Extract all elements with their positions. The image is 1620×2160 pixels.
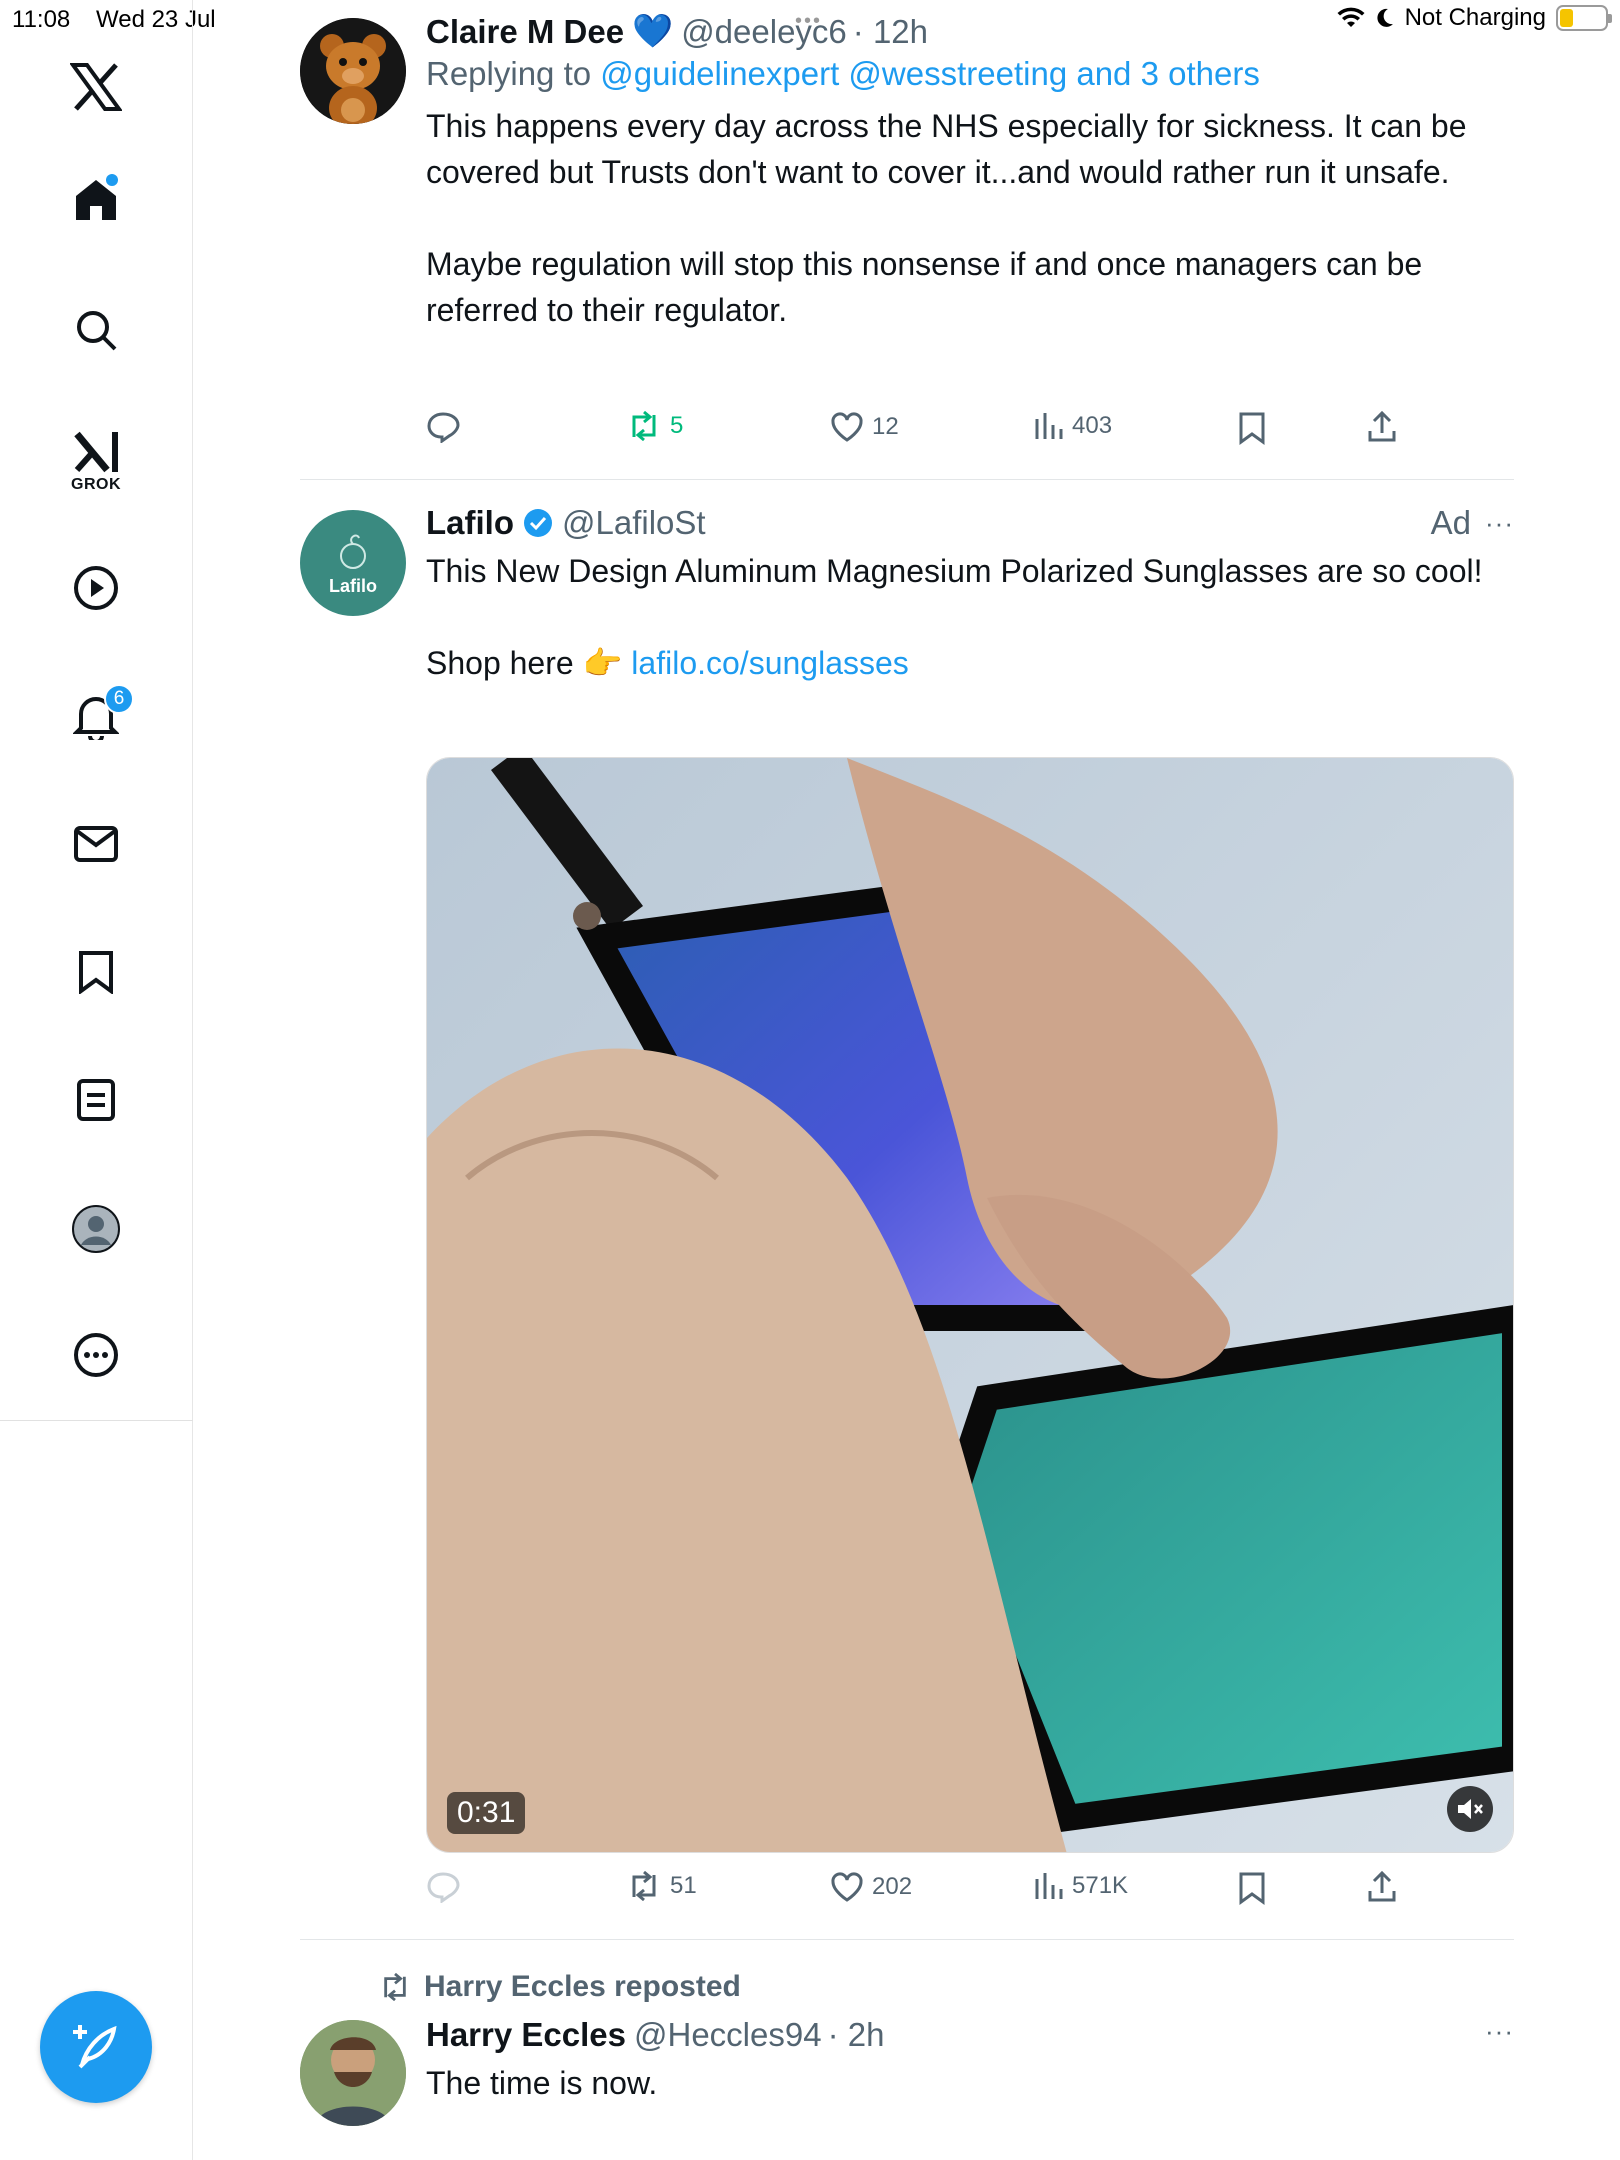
compose-post-button[interactable]: [40, 1991, 152, 2103]
share-button[interactable]: [1366, 411, 1398, 443]
author-name[interactable]: Lafilo: [426, 504, 514, 542]
more-options-icon[interactable]: ···: [1485, 2016, 1514, 2047]
repost-icon: [632, 411, 656, 441]
replying-to-users-link[interactable]: @guidelinexpert @wesstreeting and 3 othe…: [600, 55, 1260, 92]
reply-button[interactable]: [426, 411, 460, 443]
repost-icon: [384, 1973, 406, 2001]
avatar-lafilo[interactable]: Lafilo: [300, 510, 406, 616]
tweet-harry[interactable]: Harry Eccles @Heccles94 · 2h ··· The tim…: [426, 2016, 1514, 2106]
home-unread-dot: [106, 174, 118, 186]
share-button[interactable]: [1366, 1871, 1398, 1903]
blue-heart-icon: 💙: [632, 12, 674, 49]
like-button[interactable]: 12: [830, 411, 899, 443]
bookmark-icon: [1239, 412, 1265, 445]
video-duration: 0:31: [447, 1792, 526, 1834]
shop-link[interactable]: lafilo.co/sunglasses: [631, 645, 908, 681]
grok-icon[interactable]: GROK: [46, 430, 146, 494]
compose-feather-icon: [73, 2025, 117, 2069]
grok-label: GROK: [71, 476, 121, 493]
reply-icon: [427, 1872, 460, 1903]
ad-label: Ad: [1430, 504, 1472, 541]
tweet-text: The time is now.: [426, 2065, 658, 2101]
muted-speaker-icon: [1458, 1799, 1483, 1819]
heart-icon: [831, 1872, 863, 1902]
repost-button[interactable]: 5: [626, 411, 683, 441]
views-button[interactable]: 403: [1034, 411, 1112, 441]
verified-badge-icon: [524, 509, 552, 537]
author-handle[interactable]: @LafiloSt: [562, 504, 706, 542]
search-icon[interactable]: [46, 308, 146, 352]
tweet-actions: 51 202 571K: [426, 1871, 1426, 1911]
post-time: · 2h: [827, 2016, 885, 2053]
avatar-harry[interactable]: [300, 2020, 406, 2126]
tweet-actions: 5 12 403: [426, 411, 1426, 451]
share-icon: [1368, 411, 1396, 442]
author-name[interactable]: Harry Eccles: [426, 2016, 626, 2054]
sidebar-divider: [0, 1420, 193, 1421]
repost-by-label[interactable]: Harry Eccles reposted: [424, 1970, 741, 2004]
author-handle[interactable]: @Heccles94: [634, 2016, 822, 2054]
more-icon[interactable]: [46, 1332, 146, 1378]
more-options-icon[interactable]: ···: [1485, 508, 1514, 539]
bookmarks-icon[interactable]: [46, 950, 146, 994]
tweet-text: This New Design Aluminum Magnesium Polar…: [426, 553, 1483, 589]
views-button[interactable]: 571K: [1034, 1871, 1128, 1901]
tweet-shop-line: Shop here 👉 lafilo.co/sunglasses: [426, 640, 1514, 686]
view-count: 403: [1072, 412, 1113, 439]
home-icon[interactable]: [46, 176, 146, 224]
x-logo-icon[interactable]: [46, 62, 146, 112]
tweet-text-2: Maybe regulation will stop this nonsense…: [426, 246, 1423, 328]
repost-button[interactable]: 51: [626, 1871, 697, 1901]
video-icon[interactable]: [46, 565, 146, 611]
reply-icon: [427, 412, 460, 443]
repost-context: Harry Eccles reposted: [378, 1970, 741, 2004]
profile-icon[interactable]: [46, 1204, 146, 1254]
author-name[interactable]: Claire M Dee: [426, 13, 624, 51]
repost-count: 5: [670, 412, 684, 439]
like-count: 202: [872, 1873, 913, 1900]
avatar-label: Lafilo: [329, 575, 377, 596]
replying-prefix: Replying to: [426, 55, 592, 92]
tweet-lafilo-ad[interactable]: Lafilo @LafiloSt Ad ··· This New Design …: [426, 504, 1514, 686]
ad-label-row: Ad ···: [1431, 504, 1514, 542]
lafilo-logo-icon: [340, 534, 366, 569]
tweet-divider: [300, 479, 1514, 480]
bookmark-icon: [1239, 1872, 1265, 1905]
reply-button[interactable]: [426, 1871, 460, 1903]
video-player[interactable]: 0:31: [426, 757, 1514, 1853]
messages-icon[interactable]: [46, 826, 146, 862]
sidebar: GROK 6: [0, 0, 193, 2160]
bookmark-button[interactable]: [1238, 1871, 1266, 1905]
replying-to: Replying to @guidelinexpert @wesstreetin…: [426, 55, 1514, 93]
mute-button[interactable]: [1447, 1786, 1493, 1832]
repost-icon: [632, 1871, 656, 1901]
sunglasses-video-thumbnail: [427, 758, 1513, 1852]
bookmark-button[interactable]: [1238, 411, 1266, 445]
like-button[interactable]: 202: [830, 1871, 912, 1903]
tweet-claire[interactable]: Claire M Dee 💙 @deeleyc6 · 12h Replying …: [426, 12, 1514, 333]
lists-icon[interactable]: [46, 1078, 146, 1122]
tweet-text: This happens every day across the NHS es…: [426, 108, 1467, 190]
views-chart-icon: [1035, 1873, 1063, 1899]
post-time: · 12h: [852, 12, 929, 50]
battery-icon: [1556, 5, 1612, 31]
author-handle[interactable]: @deeleyc6: [681, 13, 847, 51]
tweet-divider: [300, 1939, 1514, 1940]
repost-count: 51: [670, 1872, 697, 1899]
share-icon: [1368, 1871, 1396, 1902]
avatar-claire[interactable]: [300, 18, 406, 124]
view-count: 571K: [1072, 1872, 1129, 1899]
like-count: 12: [872, 413, 899, 440]
notification-badge: 6: [104, 684, 134, 714]
views-chart-icon: [1035, 413, 1063, 439]
heart-icon: [831, 412, 863, 442]
shop-prefix: Shop here 👉: [426, 645, 623, 681]
